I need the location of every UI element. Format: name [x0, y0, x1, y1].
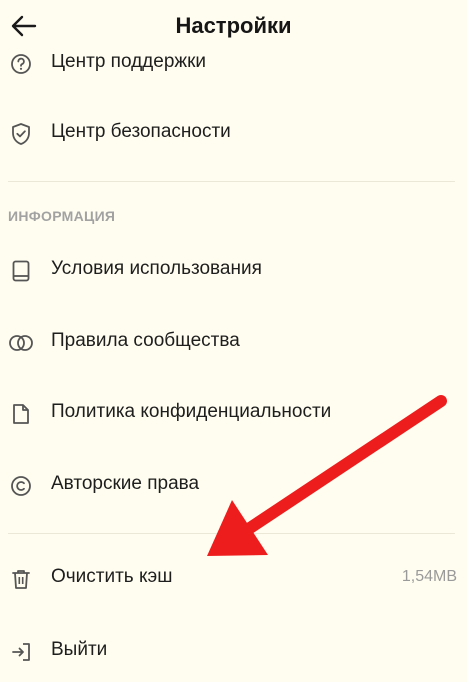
menu-item-clear-cache[interactable]: Очистить кэш 1,54MB — [0, 551, 467, 607]
copyright-icon — [8, 473, 34, 499]
divider — [8, 533, 455, 534]
menu-item-copyright[interactable]: Авторские права — [0, 458, 467, 514]
menu-item-label: Очистить кэш — [51, 566, 173, 587]
overlapping-circles-icon — [8, 330, 34, 356]
book-icon — [8, 258, 34, 284]
menu-item-terms[interactable]: Условия использования — [0, 243, 467, 299]
trash-icon — [8, 566, 34, 592]
menu-item-logout[interactable]: Выйти — [0, 624, 467, 680]
document-icon — [8, 401, 34, 427]
page-title: Настройки — [175, 13, 292, 38]
menu-item-community[interactable]: Правила сообщества — [0, 315, 467, 371]
help-circle-icon — [8, 51, 34, 77]
menu-item-label: Центр поддержки — [51, 51, 207, 72]
menu-item-label: Выйти — [51, 639, 108, 660]
menu-item-label: Условия использования — [51, 258, 262, 279]
menu-item-label: Авторские права — [51, 473, 200, 494]
section-title-info: ИНФОРМАЦИЯ — [8, 208, 116, 224]
menu-item-privacy[interactable]: Политика конфиденциальности — [0, 386, 467, 442]
menu-item-safety[interactable]: Центр безопасности — [0, 106, 467, 162]
shield-check-icon — [8, 121, 34, 147]
menu-item-label: Правила сообщества — [51, 330, 240, 351]
logout-icon — [8, 639, 34, 665]
divider — [8, 181, 455, 182]
app-header: Настройки — [0, 0, 467, 54]
menu-item-label: Политика конфиденциальности — [51, 401, 332, 422]
cache-size-value: 1,54MB — [401, 568, 457, 585]
menu-item-label: Центр безопасности — [51, 121, 231, 142]
